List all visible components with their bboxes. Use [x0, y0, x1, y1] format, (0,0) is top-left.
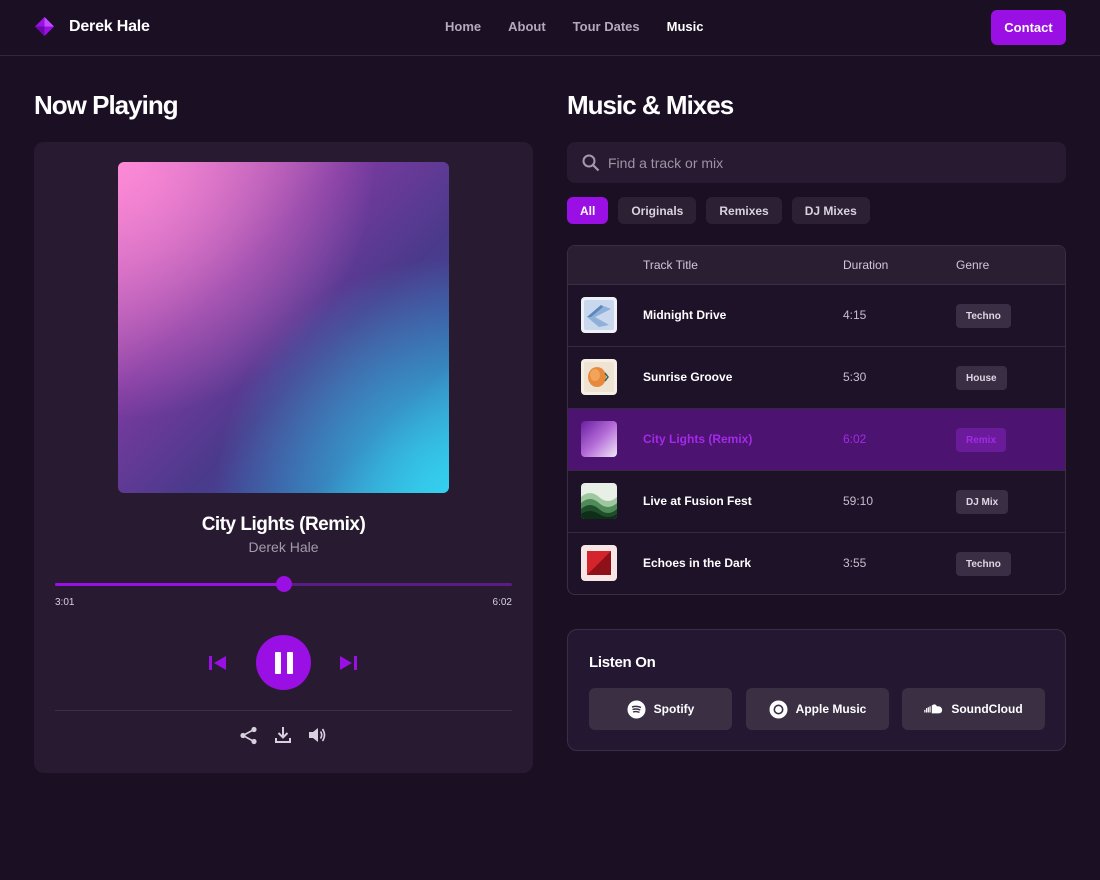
column-header-duration: Duration [843, 258, 889, 272]
apple-music-button[interactable]: Apple Music [746, 688, 889, 730]
progress-fill [55, 583, 284, 586]
skip-forward-icon [340, 656, 357, 670]
now-playing-heading: Now Playing [34, 90, 179, 120]
skip-back-icon [209, 656, 226, 670]
soundcloud-button[interactable]: SoundCloud [902, 688, 1045, 730]
track-duration: 4:15 [843, 308, 867, 322]
volume-button[interactable] [307, 725, 327, 745]
previous-track-button[interactable] [206, 652, 230, 674]
genre-tag: Remix [956, 428, 1007, 452]
album-art [118, 162, 449, 493]
next-track-button[interactable] [336, 652, 360, 674]
table-row[interactable]: Live at Fusion Fest 59:10 DJ Mix [568, 471, 1065, 533]
download-button[interactable] [273, 725, 293, 745]
track-title: City Lights (Remix) [643, 432, 753, 446]
soundcloud-icon [924, 700, 943, 719]
player-card: City Lights (Remix) Derek Hale 3:01 6:02 [34, 142, 533, 773]
now-playing-title: City Lights (Remix) [201, 514, 366, 535]
now-playing-artist: Derek Hale [248, 539, 319, 555]
total-time: 6:02 [492, 597, 512, 608]
track-thumbnail [581, 545, 617, 581]
table-row[interactable]: Midnight Drive 4:15 Techno [568, 285, 1065, 347]
column-header-genre: Genre [956, 258, 990, 272]
spotify-icon [627, 700, 646, 719]
volume-icon [308, 728, 325, 742]
contact-button[interactable]: Contact [991, 10, 1066, 45]
spotify-button[interactable]: Spotify [589, 688, 732, 730]
download-icon [275, 727, 291, 743]
table-row-active[interactable]: City Lights (Remix) 6:02 Remix [568, 409, 1065, 471]
brand[interactable]: Derek Hale [34, 16, 150, 37]
search-icon [582, 154, 600, 172]
filter-remixes[interactable]: Remixes [706, 197, 782, 224]
nav-about[interactable]: About [508, 19, 546, 34]
listen-on-card: Listen On Spotify Apple Music SoundCloud [567, 629, 1066, 751]
search-box [567, 142, 1066, 183]
filter-dj-mixes[interactable]: DJ Mixes [791, 197, 870, 224]
track-table: Track Title Duration Genre Midnight Driv… [567, 245, 1066, 595]
genre-tag: Techno [956, 552, 1011, 576]
soundcloud-label: SoundCloud [951, 702, 1023, 716]
filter-originals[interactable]: Originals [618, 197, 697, 224]
diamond-logo-icon [34, 16, 55, 37]
column-header-title: Track Title [643, 258, 698, 272]
site-header: Derek Hale Home About Tour Dates Music C… [0, 0, 1100, 56]
genre-tag: Techno [956, 304, 1011, 328]
track-duration: 3:55 [843, 556, 867, 570]
brand-name: Derek Hale [69, 17, 150, 35]
filter-all[interactable]: All [567, 197, 609, 224]
genre-tag: DJ Mix [956, 490, 1009, 514]
genre-tag: House [956, 366, 1007, 390]
pause-button[interactable] [256, 635, 311, 690]
filter-chips: All Originals Remixes DJ Mixes [567, 197, 870, 224]
track-thumbnail [581, 483, 617, 519]
track-duration: 6:02 [843, 432, 867, 446]
track-title: Live at Fusion Fest [643, 494, 752, 508]
listen-on-heading: Listen On [589, 654, 656, 671]
music-heading: Music & Mixes [567, 90, 734, 120]
current-time: 3:01 [55, 597, 75, 608]
main-nav: Home About Tour Dates Music [445, 19, 703, 34]
apple-music-icon [769, 700, 788, 719]
search-input[interactable] [608, 142, 1048, 183]
pause-icon [274, 651, 293, 674]
progress-handle[interactable] [275, 576, 292, 592]
table-header: Track Title Duration Genre [568, 246, 1065, 285]
track-duration: 5:30 [843, 370, 867, 384]
track-thumbnail [581, 421, 617, 457]
track-title: Sunrise Groove [643, 370, 733, 384]
share-button[interactable] [238, 725, 258, 745]
track-duration: 59:10 [843, 494, 874, 508]
track-title: Echoes in the Dark [643, 556, 752, 570]
nav-music[interactable]: Music [667, 19, 704, 34]
share-icon [239, 726, 257, 744]
spotify-label: Spotify [653, 702, 695, 716]
divider [55, 710, 512, 711]
nav-tour-dates[interactable]: Tour Dates [573, 19, 640, 34]
nav-home[interactable]: Home [445, 19, 481, 34]
track-thumbnail [581, 297, 617, 333]
apple-music-label: Apple Music [795, 702, 867, 716]
track-title: Midnight Drive [643, 308, 727, 322]
table-row[interactable]: Sunrise Groove 5:30 House [568, 347, 1065, 409]
table-row[interactable]: Echoes in the Dark 3:55 Techno [568, 533, 1065, 594]
progress-bar[interactable] [55, 576, 512, 592]
track-thumbnail [581, 359, 617, 395]
